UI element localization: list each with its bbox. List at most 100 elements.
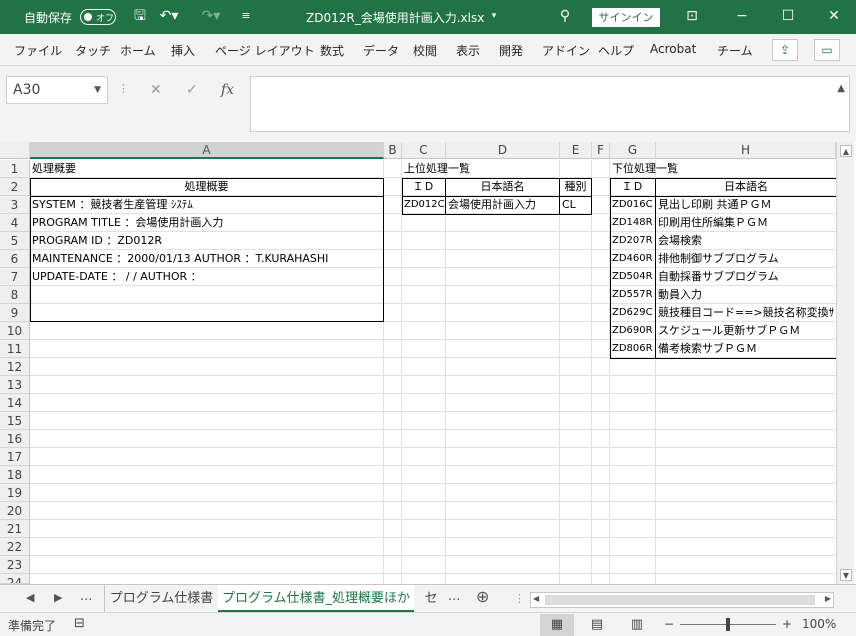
add-sheet-icon[interactable]: ⊕ xyxy=(476,587,489,606)
enter-icon[interactable]: ✓ xyxy=(186,82,198,98)
tab-review[interactable]: 校閲 xyxy=(413,42,437,59)
tab-splitter-icon[interactable]: ⋮ xyxy=(514,592,525,605)
zoom-out-icon[interactable]: − xyxy=(664,617,674,631)
sheet-ellipsis-left[interactable]: ... xyxy=(80,589,92,604)
tab-developer[interactable]: 開発 xyxy=(499,42,523,59)
row-header[interactable]: 4 xyxy=(0,214,30,232)
tab-page-layout[interactable]: ページ レイアウト xyxy=(215,42,315,59)
row-header[interactable]: 12 xyxy=(0,358,30,376)
row-header[interactable]: 19 xyxy=(0,484,30,502)
row-header[interactable]: 22 xyxy=(0,538,30,556)
scroll-thumb[interactable] xyxy=(545,595,815,605)
row-header[interactable]: 24 xyxy=(0,574,30,584)
scroll-right-icon[interactable]: ▶ xyxy=(825,594,831,603)
tab-touch[interactable]: タッチ xyxy=(75,42,111,59)
sheet-tab-spec[interactable]: プログラム仕様書 xyxy=(104,585,218,612)
border xyxy=(402,178,592,179)
save-icon[interactable]: 🖫 xyxy=(130,8,150,24)
maximize-icon[interactable]: ☐ xyxy=(778,8,798,24)
undo-icon[interactable]: ↶▾ xyxy=(158,8,180,24)
row-header[interactable]: 7 xyxy=(0,268,30,286)
tab-view[interactable]: 表示 xyxy=(456,42,480,59)
vertical-scrollbar[interactable]: ▲ ▼ xyxy=(836,142,854,584)
zoom-thumb[interactable] xyxy=(726,618,730,631)
row-header[interactable]: 23 xyxy=(0,556,30,574)
row-header[interactable]: 9 xyxy=(0,304,30,322)
column-header-h[interactable]: H xyxy=(656,142,836,159)
normal-view-icon[interactable]: ▦ xyxy=(540,614,574,636)
column-header-b[interactable]: B xyxy=(384,142,402,159)
minimize-icon[interactable]: − xyxy=(732,8,752,24)
next-sheet-icon[interactable]: ▶ xyxy=(54,591,62,604)
tab-data[interactable]: データ xyxy=(363,42,399,59)
tab-team[interactable]: チーム xyxy=(717,42,753,59)
zoom-in-icon[interactable]: + xyxy=(782,617,792,631)
sheet-ellipsis-right[interactable]: ... xyxy=(448,589,460,604)
title-dropdown-icon[interactable]: ▾ xyxy=(488,8,500,24)
row-header[interactable]: 2 xyxy=(0,178,30,196)
row-header[interactable]: 3 xyxy=(0,196,30,214)
tab-formulas[interactable]: 数式 xyxy=(320,42,344,59)
lower-header-id: ＩＤ xyxy=(621,180,644,193)
tab-insert[interactable]: 挿入 xyxy=(171,42,195,59)
row-header[interactable]: 16 xyxy=(0,430,30,448)
prev-sheet-icon[interactable]: ◀ xyxy=(26,591,34,604)
row-header[interactable]: 14 xyxy=(0,394,30,412)
sheet-tab-spec-summary[interactable]: プログラム仕様書_処理概要ほか xyxy=(218,585,414,612)
row-header[interactable]: 20 xyxy=(0,502,30,520)
column-header-d[interactable]: D xyxy=(446,142,560,159)
name-box[interactable]: A30 ▼ xyxy=(6,76,108,104)
row-header[interactable]: 1 xyxy=(0,160,30,178)
lower-row-id: ZD690R xyxy=(612,325,653,336)
row-header[interactable]: 5 xyxy=(0,232,30,250)
macro-record-icon[interactable]: ⊟ xyxy=(74,616,85,631)
comments-icon[interactable]: ▭ xyxy=(814,39,840,61)
row-header[interactable]: 11 xyxy=(0,340,30,358)
row-header[interactable]: 8 xyxy=(0,286,30,304)
column-header-g[interactable]: G xyxy=(610,142,656,159)
lower-row-name: 自動採番サブプログラム xyxy=(658,270,779,283)
page-break-view-icon[interactable]: ▥ xyxy=(620,614,654,636)
insert-function-icon[interactable]: fx xyxy=(221,82,234,98)
signin-button[interactable]: サインイン xyxy=(592,8,660,27)
scroll-left-icon[interactable]: ◀ xyxy=(533,594,539,603)
search-icon[interactable]: ⚲ xyxy=(556,8,574,24)
redo-icon[interactable]: ↷▾ xyxy=(200,8,222,24)
scroll-down-icon[interactable]: ▼ xyxy=(840,569,852,581)
row-header[interactable]: 10 xyxy=(0,322,30,340)
row-header[interactable]: 18 xyxy=(0,466,30,484)
tab-acrobat[interactable]: Acrobat xyxy=(650,42,696,56)
page-layout-view-icon[interactable]: ▤ xyxy=(580,614,614,636)
row-header[interactable]: 13 xyxy=(0,376,30,394)
ribbon-display-icon[interactable]: ⊡ xyxy=(682,8,702,24)
worksheet-grid[interactable]: A B C D E F G H 1 2 3 4 5 6 7 8 9 10 11 … xyxy=(0,142,856,584)
tab-help[interactable]: ヘルプ xyxy=(598,42,634,59)
tab-addins[interactable]: アドイン xyxy=(542,42,590,59)
row-header[interactable]: 21 xyxy=(0,520,30,538)
sheet-tab-partial[interactable]: セ xyxy=(420,585,442,612)
zoom-level[interactable]: 100% xyxy=(802,617,836,631)
row-header[interactable]: 17 xyxy=(0,448,30,466)
row-header[interactable]: 15 xyxy=(0,412,30,430)
expand-formula-icon[interactable]: ▲ xyxy=(837,83,845,94)
share-icon[interactable]: ⇪ xyxy=(772,39,798,61)
scroll-up-icon[interactable]: ▲ xyxy=(840,145,852,157)
tab-file[interactable]: ファイル xyxy=(14,42,62,59)
column-header-e[interactable]: E xyxy=(560,142,592,159)
row-header[interactable]: 6 xyxy=(0,250,30,268)
file-title: ZD012R_会場使用計画入力.xlsx xyxy=(306,11,485,25)
column-header-c[interactable]: C xyxy=(402,142,446,159)
tab-home[interactable]: ホーム xyxy=(120,42,156,59)
formula-bar-area: A30 ▼ ⋮ ✕ ✓ fx ▲ xyxy=(0,66,856,142)
close-icon[interactable]: ✕ xyxy=(824,8,844,24)
column-header-f[interactable]: F xyxy=(592,142,610,159)
column-header-a[interactable]: A xyxy=(30,142,384,159)
autosave-toggle[interactable]: オフ xyxy=(80,9,116,25)
select-all-corner[interactable] xyxy=(0,142,30,159)
cancel-icon[interactable]: ✕ xyxy=(150,82,162,98)
formula-input[interactable]: ▲ xyxy=(250,76,850,132)
horizontal-scrollbar[interactable]: ◀ ▶ xyxy=(530,592,834,608)
name-box-dropdown-icon[interactable]: ▼ xyxy=(94,77,101,103)
lower-row-name: 会場検索 xyxy=(658,234,702,247)
customize-qat-icon[interactable]: ≡ xyxy=(238,8,254,24)
